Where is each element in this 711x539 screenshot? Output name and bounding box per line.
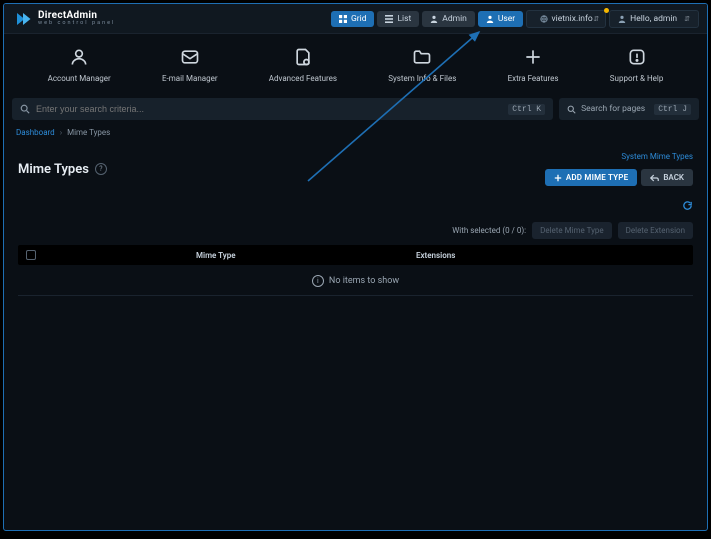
breadcrumb-separator-icon: ›	[60, 128, 62, 137]
nav-label: Support & Help	[610, 74, 664, 83]
nav-label: Extra Features	[508, 74, 559, 83]
nav-label: Account Manager	[48, 74, 111, 83]
content-area: With selected (0 / 0): Delete Mime Type …	[4, 196, 707, 296]
table-header: Mime Type Extensions	[18, 245, 693, 265]
back-button[interactable]: BACK	[641, 169, 693, 186]
brand-text: DirectAdmin web control panel	[38, 11, 115, 27]
notification-dot-icon	[604, 8, 609, 13]
page-title: Mime Types	[18, 162, 89, 177]
search-icon	[567, 105, 576, 114]
envelope-icon	[179, 46, 201, 68]
topbar: DirectAdmin web control panel Grid List …	[4, 4, 707, 34]
nav-label: Advanced Features	[269, 74, 337, 83]
user-menu[interactable]: Hello, admin ⇵	[609, 10, 699, 28]
search-row: Ctrl K Search for pages Ctrl J	[4, 93, 707, 125]
view-list-button[interactable]: List	[377, 11, 419, 27]
person-icon	[68, 46, 90, 68]
search-pages-button[interactable]: Search for pages Ctrl J	[559, 98, 699, 120]
nav-extra-features[interactable]: Extra Features	[502, 44, 565, 85]
view-list-label: List	[397, 14, 411, 24]
chevron-updown-icon: ⇵	[593, 15, 599, 23]
chevron-updown-icon: ⇵	[684, 15, 690, 23]
user-icon	[430, 15, 438, 23]
list-icon	[385, 15, 393, 23]
nav-system-info-files[interactable]: System Info & Files	[382, 44, 462, 85]
domain-selector[interactable]: vietnix.info ⇵	[526, 10, 606, 28]
add-mime-type-label: ADD MIME TYPE	[566, 173, 629, 182]
plus-icon	[522, 46, 544, 68]
brand-subtitle: web control panel	[38, 21, 115, 27]
search-input[interactable]	[36, 104, 504, 114]
select-all-checkbox[interactable]	[26, 250, 36, 260]
refresh-button[interactable]	[682, 200, 693, 214]
nav-email-manager[interactable]: E-mail Manager	[156, 44, 224, 85]
bulk-actions-row: With selected (0 / 0): Delete Mime Type …	[18, 218, 693, 245]
info-icon: i	[312, 275, 324, 287]
globe-icon	[540, 15, 548, 23]
folder-icon	[411, 46, 433, 68]
nav-advanced-features[interactable]: Advanced Features	[263, 44, 343, 85]
delete-extension-button[interactable]: Delete Extension	[618, 222, 693, 239]
domain-label: vietnix.info	[552, 14, 593, 24]
page-header: Mime Types ? System Mime Types ADD MIME …	[4, 140, 707, 196]
level-user-label: User	[498, 14, 515, 24]
system-mime-types-link[interactable]: System Mime Types	[621, 152, 693, 161]
nav-support-help[interactable]: Support & Help	[604, 44, 670, 85]
breadcrumb-current: Mime Types	[67, 128, 110, 137]
alert-icon	[626, 46, 648, 68]
file-gear-icon	[292, 46, 314, 68]
breadcrumb: Dashboard › Mime Types	[4, 125, 707, 140]
level-admin-label: Admin	[442, 14, 467, 24]
kbd-shortcut: Ctrl J	[654, 104, 691, 115]
nav-label: System Info & Files	[388, 74, 456, 83]
kbd-shortcut: Ctrl K	[508, 104, 545, 115]
grid-icon	[339, 15, 347, 23]
plus-icon	[554, 174, 562, 182]
add-mime-type-button[interactable]: ADD MIME TYPE	[545, 169, 638, 186]
search-pages-label: Search for pages	[581, 104, 645, 114]
col-mime-type[interactable]: Mime Type	[196, 251, 416, 260]
back-label: BACK	[663, 173, 684, 182]
view-grid-button[interactable]: Grid	[331, 11, 375, 27]
delete-mime-type-button[interactable]: Delete Mime Type	[532, 222, 612, 239]
level-user-button[interactable]: User	[478, 11, 523, 27]
search-icon	[20, 104, 30, 114]
main-nav: Account Manager E-mail Manager Advanced …	[4, 34, 707, 93]
nav-account-manager[interactable]: Account Manager	[42, 44, 117, 85]
breadcrumb-root[interactable]: Dashboard	[16, 128, 55, 137]
user-greeting: Hello, admin	[630, 14, 677, 24]
level-admin-button[interactable]: Admin	[422, 11, 475, 27]
view-grid-label: Grid	[351, 14, 367, 24]
col-extensions[interactable]: Extensions	[416, 251, 685, 260]
nav-label: E-mail Manager	[162, 74, 218, 83]
reply-arrow-icon	[650, 174, 659, 182]
help-icon[interactable]: ?	[95, 163, 107, 175]
user-icon	[618, 15, 626, 23]
user-icon	[486, 15, 494, 23]
global-search[interactable]: Ctrl K	[12, 98, 553, 120]
selected-count: With selected (0 / 0):	[452, 226, 526, 235]
brand-mark-icon	[14, 10, 32, 28]
brand-logo[interactable]: DirectAdmin web control panel	[14, 10, 115, 28]
empty-state: i No items to show	[18, 265, 693, 296]
empty-text: No items to show	[329, 276, 399, 286]
